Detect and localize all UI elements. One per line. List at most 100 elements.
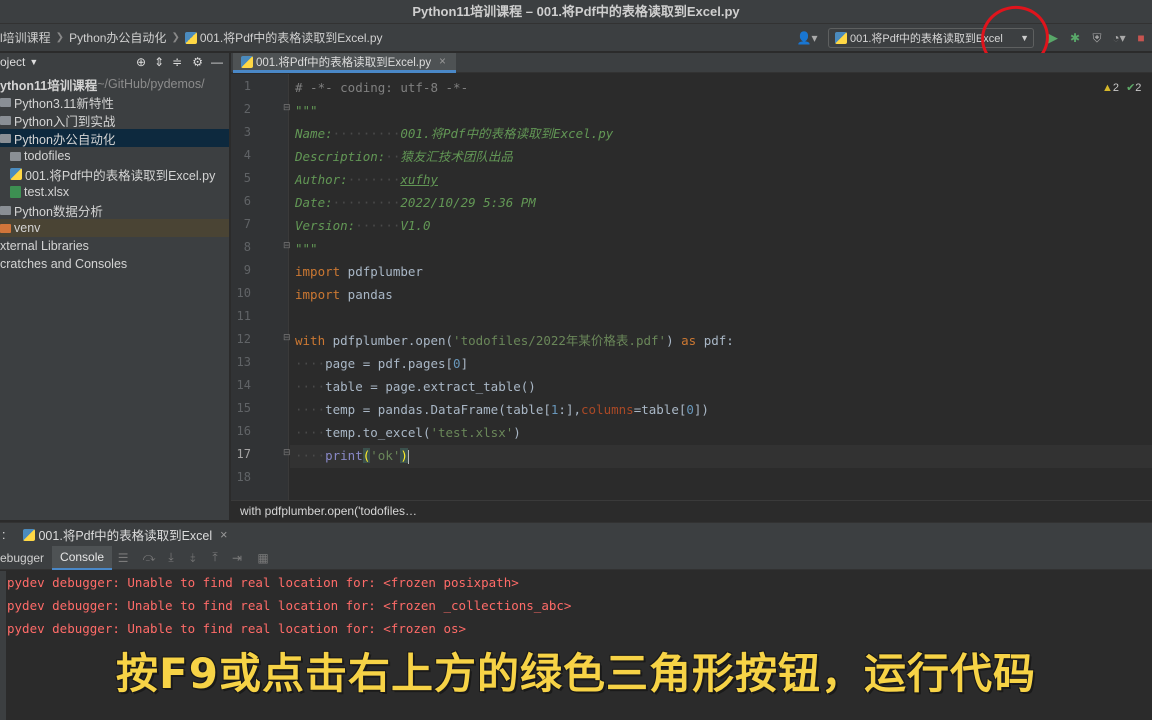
debug-toolwindow-header: : 001.将Pdf中的表格读取到Excel × xyxy=(0,522,1152,546)
tree-item-label: todofiles xyxy=(24,149,71,163)
warning-count: 2 xyxy=(1112,82,1120,94)
toolbar-right: 👤▾ 001.将Pdf中的表格读取到Excel ▼ ▶ ✱ ⛨ ◔▾ ■ xyxy=(792,24,1152,52)
breadcrumb-item-project[interactable]: l培训课程 xyxy=(0,29,51,46)
docstring: """ xyxy=(295,241,318,256)
tree-item-folder[interactable]: todofiles xyxy=(0,147,229,165)
tree-item-folder[interactable]: Python入门到实战 xyxy=(0,111,229,129)
code-line-8: """ xyxy=(295,241,318,257)
code-line-4: Description:··猿友汇技术团队出品 xyxy=(295,149,513,164)
line-number: 15 xyxy=(236,401,251,415)
number-literal: 0 xyxy=(686,402,694,417)
coverage-icon[interactable]: ⛨ xyxy=(1086,27,1108,49)
ok-count: 2 xyxy=(1135,82,1142,94)
tab-label: Console xyxy=(60,549,105,564)
tree-item-venv[interactable]: venv xyxy=(0,219,229,237)
minimize-icon[interactable]: — xyxy=(211,55,223,69)
chevron-down-icon[interactable]: ▼ xyxy=(29,57,38,67)
line-number: 4 xyxy=(243,148,251,162)
line-number: 14 xyxy=(236,378,251,392)
line-number: 3 xyxy=(243,125,251,139)
tree-item-project-root[interactable]: ython11培训课程 ~/GitHub/pydemos/ xyxy=(0,75,229,93)
python-file-icon xyxy=(23,528,36,541)
breadcrumb-item-folder[interactable]: Python办公自动化 xyxy=(69,29,166,46)
identifier: ) xyxy=(513,425,521,440)
code-editor[interactable]: ▲2 ✔2 # -*- coding: utf-8 -*- """ Name:·… xyxy=(290,74,1152,500)
video-caption: 按F9或点击右上方的绿色三角形按钮，运行代码 xyxy=(116,649,1036,698)
docstring: Author: xyxy=(295,172,348,187)
debug-icon[interactable]: ✱ xyxy=(1064,27,1086,49)
collapse-icon[interactable]: ⇕ xyxy=(154,55,164,69)
breadcrumb-item-file[interactable]: 001.将Pdf中的表格读取到Excel.py xyxy=(200,29,383,46)
docstring: Name: xyxy=(295,126,333,141)
tree-item-label: Python入门到实战 xyxy=(14,114,116,129)
warning-icon: ▲ xyxy=(1102,82,1113,94)
python-file-icon xyxy=(10,168,22,180)
step-into-icon[interactable]: ⤓ xyxy=(162,550,180,565)
tree-item-label: Python数据分析 xyxy=(14,204,103,219)
docstring: Date: xyxy=(295,195,333,210)
window-title: Python11培训课程 – 001.将Pdf中的表格读取到Excel.py xyxy=(0,0,1152,24)
text-cursor xyxy=(407,449,409,464)
tree-item-path: ~/GitHub/pydemos/ xyxy=(97,77,205,91)
tree-item-scratches[interactable]: cratches and Consoles xyxy=(0,255,229,273)
tree-item-file[interactable]: test.xlsx xyxy=(0,183,229,201)
close-icon[interactable]: × xyxy=(439,56,446,68)
line-number: 5 xyxy=(243,171,251,185)
identifier: temp.to_excel( xyxy=(325,425,431,440)
sidebar-title[interactable]: oject xyxy=(0,55,25,69)
tree-item-label: venv xyxy=(14,221,41,235)
gear-icon[interactable]: ⚙ xyxy=(192,55,203,69)
docstring: V1.0 xyxy=(400,218,431,233)
tree-item-external-libraries[interactable]: xternal Libraries xyxy=(0,237,229,255)
debug-session-tab[interactable]: 001.将Pdf中的表格读取到Excel xyxy=(38,525,212,544)
tree-item-folder[interactable]: Python数据分析 xyxy=(0,201,229,219)
globe-icon[interactable]: ⊕ xyxy=(136,55,146,69)
line-number-current: 17 xyxy=(236,447,251,461)
code-line-10: import pandas xyxy=(295,287,393,303)
project-sidebar: oject ▼ ⊕ ⇕ ≑ ⚙ — ython11培训课程 ~/GitHub/p… xyxy=(0,53,230,520)
identifier: page = pdf.pages[ xyxy=(325,356,454,371)
tab-debugger[interactable]: ebugger xyxy=(0,546,52,570)
folder-icon xyxy=(0,97,11,107)
line-number: 16 xyxy=(236,424,251,438)
identifier: pdfplumber xyxy=(340,264,423,279)
code-line-3: Name:·········001.将Pdf中的表格读取到Excel.py xyxy=(295,126,614,141)
code-line-15: ····temp = pandas.DataFrame(table[1:],co… xyxy=(295,402,709,417)
editor-breadcrumb[interactable]: with pdfplumber.open('todofiles… xyxy=(231,500,1152,521)
tab-console[interactable]: Console xyxy=(52,545,113,570)
evaluate-icon[interactable]: ▦ xyxy=(254,551,272,565)
expand-icon[interactable]: ≑ xyxy=(172,55,182,69)
menu-icon[interactable]: ☰ xyxy=(114,551,132,565)
line-number-gutter: 1 2 3 4 5 6 7 8 9 10 11 12 13 14 15 16 1… xyxy=(231,74,291,500)
step-over-icon[interactable]: ⤼ xyxy=(140,550,158,565)
identifier: :], xyxy=(558,402,581,417)
profile-icon[interactable]: ◔▾ xyxy=(1108,27,1130,49)
step-out-icon[interactable]: ⤒ xyxy=(206,550,224,565)
code-line-7: Version:······V1.0 xyxy=(295,218,431,233)
python-file-icon xyxy=(835,32,847,44)
identifier: table = page.extract_table() xyxy=(325,379,536,394)
builtin-function: print xyxy=(325,448,363,463)
stop-icon[interactable]: ■ xyxy=(1130,27,1152,49)
python-file-icon xyxy=(241,55,253,68)
check-icon: ✔ xyxy=(1126,82,1136,94)
inspection-widget[interactable]: ▲2 ✔2 xyxy=(1102,81,1152,94)
tree-item-label: test.xlsx xyxy=(24,185,70,199)
line-number: 9 xyxy=(243,263,251,277)
code-comment: # -*- coding: utf-8 -*- xyxy=(295,80,469,95)
tree-item-file[interactable]: 001.将Pdf中的表格读取到Excel.py xyxy=(0,165,229,183)
folder-icon xyxy=(0,205,11,215)
tree-item-folder[interactable]: Python3.11新特性 xyxy=(0,93,229,111)
line-number: 7 xyxy=(243,217,251,231)
run-to-cursor-icon[interactable]: ⇥ xyxy=(228,551,246,565)
tree-item-label: Python3.11新特性 xyxy=(14,96,114,111)
console-line: pydev debugger: Unable to find real loca… xyxy=(7,621,467,636)
tree-item-folder-selected[interactable]: Python办公自动化 xyxy=(0,129,229,147)
debug-subtabs: ebugger Console ☰ ⤼ ⤓ ⤈ ⤒ ⇥ ▦ xyxy=(0,545,1152,570)
identifier: ] xyxy=(460,356,469,371)
user-icon[interactable]: 👤▾ xyxy=(792,27,822,49)
step-into-my-code-icon[interactable]: ⤈ xyxy=(184,550,202,565)
close-icon[interactable]: × xyxy=(220,528,227,542)
tab-current-file[interactable]: 001.将Pdf中的表格读取到Excel.py × xyxy=(233,53,456,73)
excel-file-icon xyxy=(10,186,21,198)
